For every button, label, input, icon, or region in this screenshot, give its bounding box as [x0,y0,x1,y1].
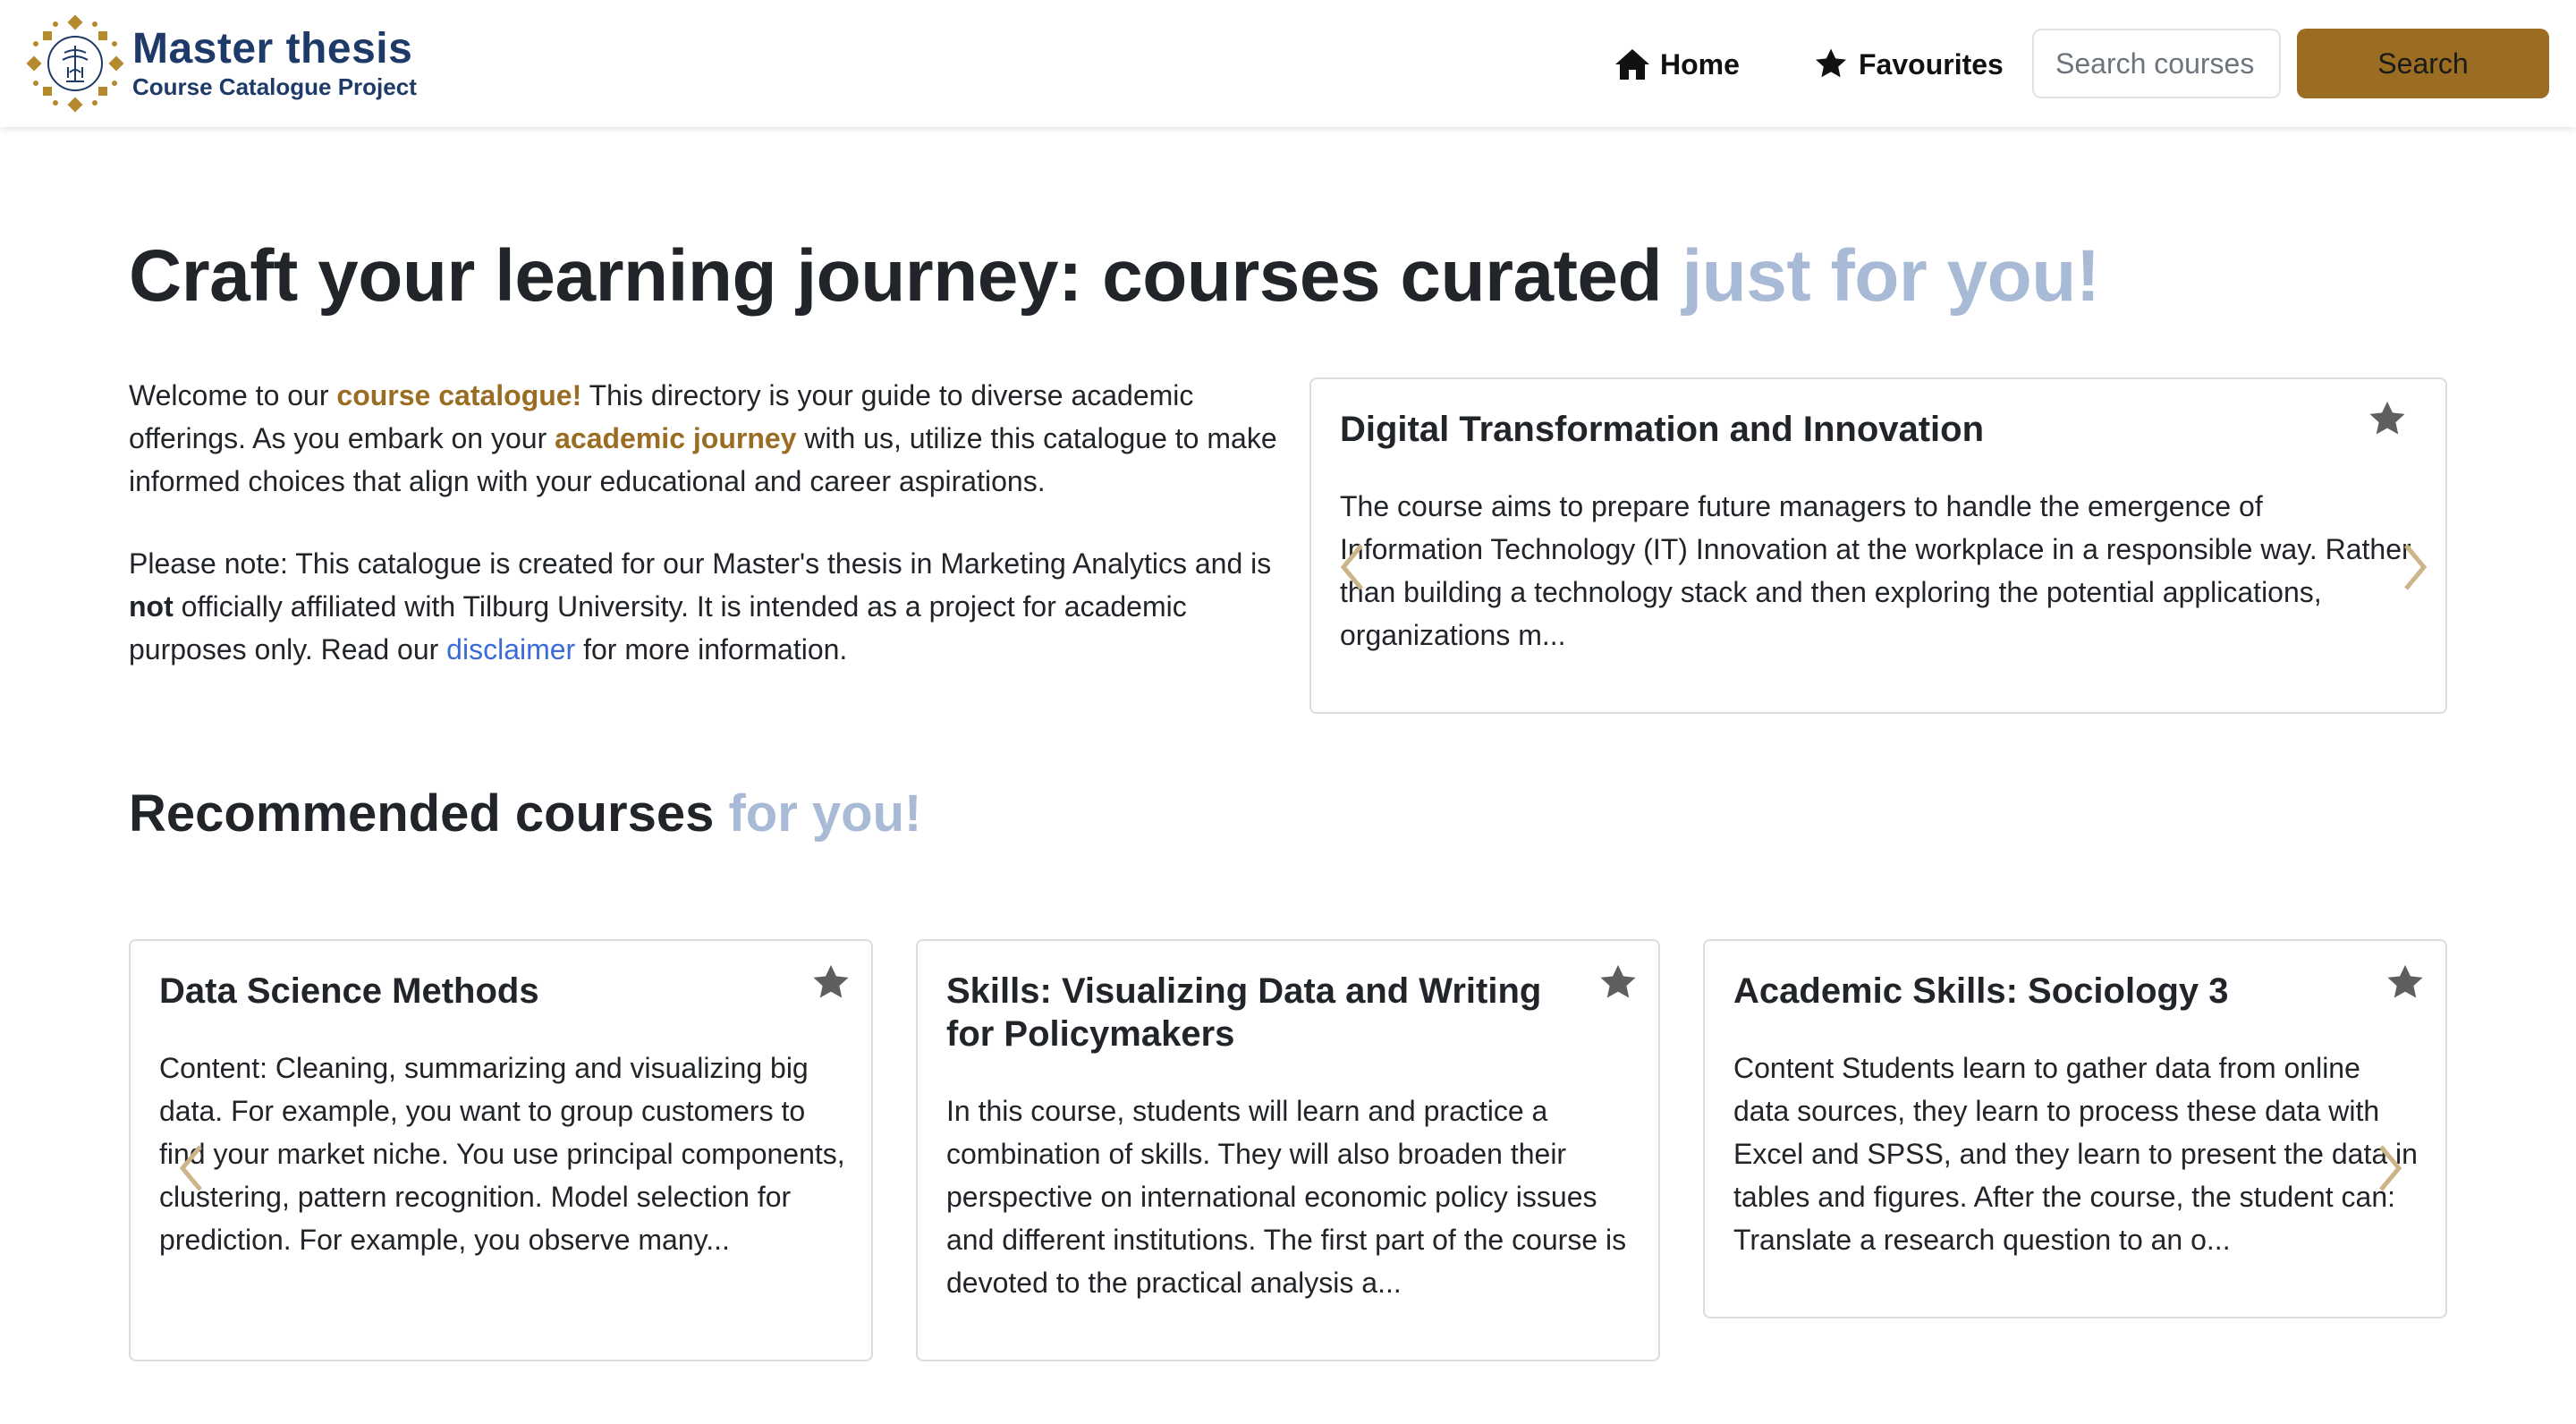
emphasis-not: not [129,590,174,623]
page-title: Craft your learning journey: courses cur… [129,234,2100,318]
home-icon [1615,49,1649,80]
brand-subtitle: Course Catalogue Project [132,73,417,100]
favourite-star-icon[interactable] [1597,962,1639,1004]
favourite-star-icon[interactable] [2367,399,2408,440]
intro-text-segment: Please note: This catalogue is created f… [129,547,1272,580]
search-input[interactable] [2032,29,2281,98]
recommended-title: Recommended courses for you! [129,784,921,843]
course-description: The course aims to prepare future manage… [1340,490,2411,651]
nav-favourites-link[interactable]: Favourites [1812,39,2004,89]
recommended-title-accent: for you! [728,784,922,843]
course-description: In this course, students will learn and … [946,1095,1627,1299]
featured-course-card[interactable]: Digital Transformation and Innovation Th… [1309,377,2447,714]
page-title-accent: just for you! [1682,235,2100,317]
star-icon [1816,48,1846,78]
nav-home-label: Home [1660,47,1740,81]
search-button[interactable]: Search [2297,29,2549,98]
favourite-star-icon[interactable] [2385,962,2426,1004]
course-description: Content: Cleaning, summarizing and visua… [159,1052,845,1256]
recommended-title-main: Recommended courses [129,784,729,843]
favourite-star-icon[interactable] [810,962,852,1004]
course-card[interactable]: Data Science Methods Content: Cleaning, … [129,939,873,1361]
intro-paragraph-note: Please note: This catalogue is created f… [129,542,1283,671]
brand-title: Master thesis [132,25,413,72]
course-title: Digital Transformation and Innovation [1340,410,1985,449]
course-description: Content Students learn to gather data fr… [1733,1052,2418,1256]
course-title: Skills: Visualizing Data and Writing for… [946,971,1542,1054]
carousel-next-icon[interactable] [2374,1141,2406,1195]
disclaimer-link[interactable]: disclaimer [446,633,575,665]
intro-text-segment: for more information. [575,633,848,665]
course-card[interactable]: Skills: Visualizing Data and Writing for… [916,939,1660,1361]
carousel-prev-icon[interactable] [1336,540,1368,594]
carousel-next-icon[interactable] [2399,540,2431,594]
course-card[interactable]: Academic Skills: Sociology 3 Content Stu… [1703,939,2447,1318]
nav-favourites-label: Favourites [1859,47,2004,81]
nav-home-link[interactable]: Home [1614,39,1740,89]
navbar: Master thesis Course Catalogue Project H… [0,0,2576,127]
intro-paragraph-welcome: Welcome to our course catalogue! This di… [129,374,1283,503]
course-title: Academic Skills: Sociology 3 [1733,971,2229,1011]
highlight-course-catalogue: course catalogue! [336,379,582,411]
intro-text-segment: Welcome to our [129,379,337,411]
course-title: Data Science Methods [159,971,539,1011]
carousel-prev-icon[interactable] [175,1141,208,1195]
intro-text: Welcome to our course catalogue! This di… [129,374,1283,710]
highlight-academic-journey: academic journey [555,422,797,454]
brand[interactable]: Master thesis Course Catalogue Project [25,13,417,114]
page-title-main: Craft your learning journey: courses cur… [129,235,1682,317]
university-seal-icon [26,14,124,113]
